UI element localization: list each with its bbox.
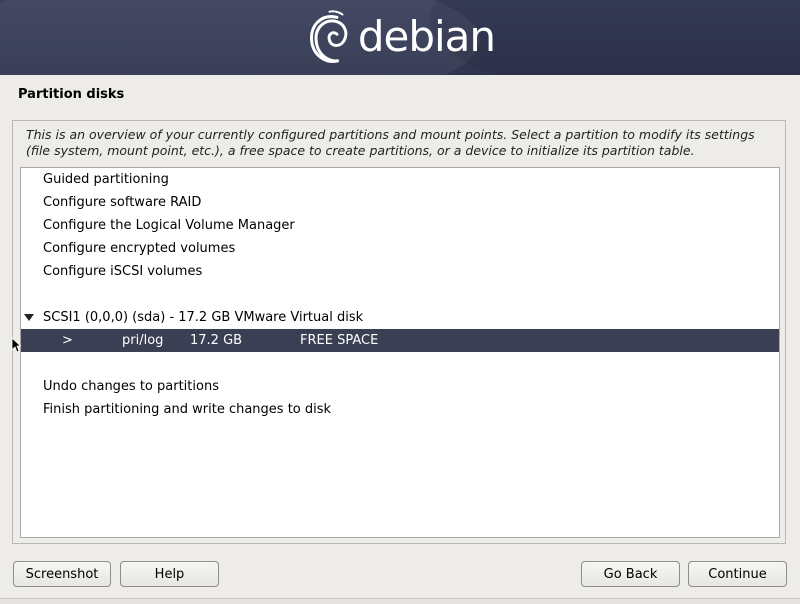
- continue-button[interactable]: Continue: [688, 561, 787, 587]
- menu-item-software-raid[interactable]: Configure software RAID: [21, 191, 779, 214]
- go-back-button[interactable]: Go Back: [581, 561, 680, 587]
- page-title: Partition disks: [18, 87, 125, 102]
- menu-item-label: Configure software RAID: [43, 195, 202, 210]
- screenshot-button[interactable]: Screenshot: [13, 561, 111, 587]
- menu-item-label: Undo changes to partitions: [43, 379, 219, 394]
- menu-item-label: Configure the Logical Volume Manager: [43, 218, 295, 233]
- partition-size: 17.2 GB: [190, 333, 243, 348]
- menu-item-lvm[interactable]: Configure the Logical Volume Manager: [21, 214, 779, 237]
- bottom-edge: [0, 598, 800, 604]
- menu-item-iscsi-volumes[interactable]: Configure iSCSI volumes: [21, 260, 779, 283]
- expand-triangle-icon[interactable]: [24, 314, 34, 321]
- partition-type: pri/log: [122, 333, 164, 348]
- help-button[interactable]: Help: [120, 561, 219, 587]
- partition-status: FREE SPACE: [300, 333, 379, 348]
- header-banner: debian: [0, 0, 800, 75]
- partition-row-free-space[interactable]: > pri/log 17.2 GB FREE SPACE: [21, 329, 779, 352]
- menu-item-label: Configure encrypted volumes: [43, 241, 236, 256]
- instructions-text: This is an overview of your currently co…: [26, 127, 755, 158]
- disk-row-sda[interactable]: SCSI1 (0,0,0) (sda) - 17.2 GB VMware Vir…: [21, 306, 779, 329]
- menu-item-label: Configure iSCSI volumes: [43, 264, 203, 279]
- logo-text: debian: [357, 11, 496, 61]
- menu-item-guided-partitioning[interactable]: Guided partitioning: [21, 168, 779, 191]
- debian-swirl-icon: [310, 10, 348, 63]
- partition-list[interactable]: Guided partitioning Configure software R…: [20, 167, 780, 538]
- menu-item-label: Finish partitioning and write changes to…: [43, 402, 332, 417]
- partition-marker: >: [62, 333, 73, 348]
- menu-item-encrypted-volumes[interactable]: Configure encrypted volumes: [21, 237, 779, 260]
- menu-item-undo-changes[interactable]: Undo changes to partitions: [21, 375, 779, 398]
- menu-item-label: Guided partitioning: [43, 172, 169, 187]
- mouse-pointer-icon: [11, 337, 22, 357]
- debian-logo: debian: [305, 6, 496, 70]
- disk-label: SCSI1 (0,0,0) (sda) - 17.2 GB VMware Vir…: [43, 310, 364, 325]
- menu-item-finish-partitioning[interactable]: Finish partitioning and write changes to…: [21, 398, 779, 421]
